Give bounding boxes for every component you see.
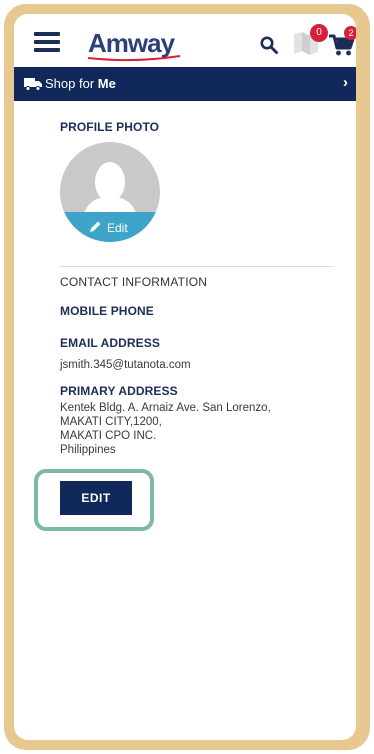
app-screen: Amway 0 2 Shop for Me › PROFILE PHOTO Ed… xyxy=(14,14,356,740)
address-line: Philippines xyxy=(60,444,116,456)
avatar[interactable]: Edit xyxy=(60,142,160,242)
top-header: Amway 0 2 xyxy=(14,14,356,68)
truck-icon xyxy=(24,78,42,91)
menu-icon[interactable] xyxy=(34,32,60,52)
section-divider xyxy=(60,266,334,267)
shop-for-prefix: Shop for xyxy=(45,76,98,91)
address-line: MAKATI CITY,1200, xyxy=(60,416,162,428)
logo-swoosh-icon xyxy=(87,55,181,62)
pencil-icon xyxy=(90,221,101,232)
contact-section-title: CONTACT INFORMATION xyxy=(60,275,208,289)
mobile-phone-label: MOBILE PHONE xyxy=(60,304,154,318)
cart-count-badge: 2 xyxy=(344,26,356,40)
shop-for-target: Me xyxy=(97,76,116,91)
flag-count-badge: 0 xyxy=(310,24,328,42)
address-line: Kentek Bldg. A. Arnaiz Ave. San Lorenzo, xyxy=(60,402,271,414)
profile-photo-label: PROFILE PHOTO xyxy=(60,120,160,134)
email-address-value: jsmith.345@tutanota.com xyxy=(60,359,191,371)
photo-edit-button[interactable]: Edit xyxy=(60,212,160,242)
shop-for-bar[interactable]: Shop for Me › xyxy=(14,67,356,101)
chevron-right-icon[interactable]: › xyxy=(343,74,348,91)
shop-for-label: Shop for Me xyxy=(45,76,116,91)
address-line: MAKATI CPO INC. xyxy=(60,430,157,442)
primary-address-label: PRIMARY ADDRESS xyxy=(60,384,178,398)
photo-edit-label: Edit xyxy=(107,221,128,235)
search-icon[interactable] xyxy=(260,36,278,54)
edit-button[interactable]: EDIT xyxy=(60,481,132,515)
email-address-label: EMAIL ADDRESS xyxy=(60,336,160,350)
